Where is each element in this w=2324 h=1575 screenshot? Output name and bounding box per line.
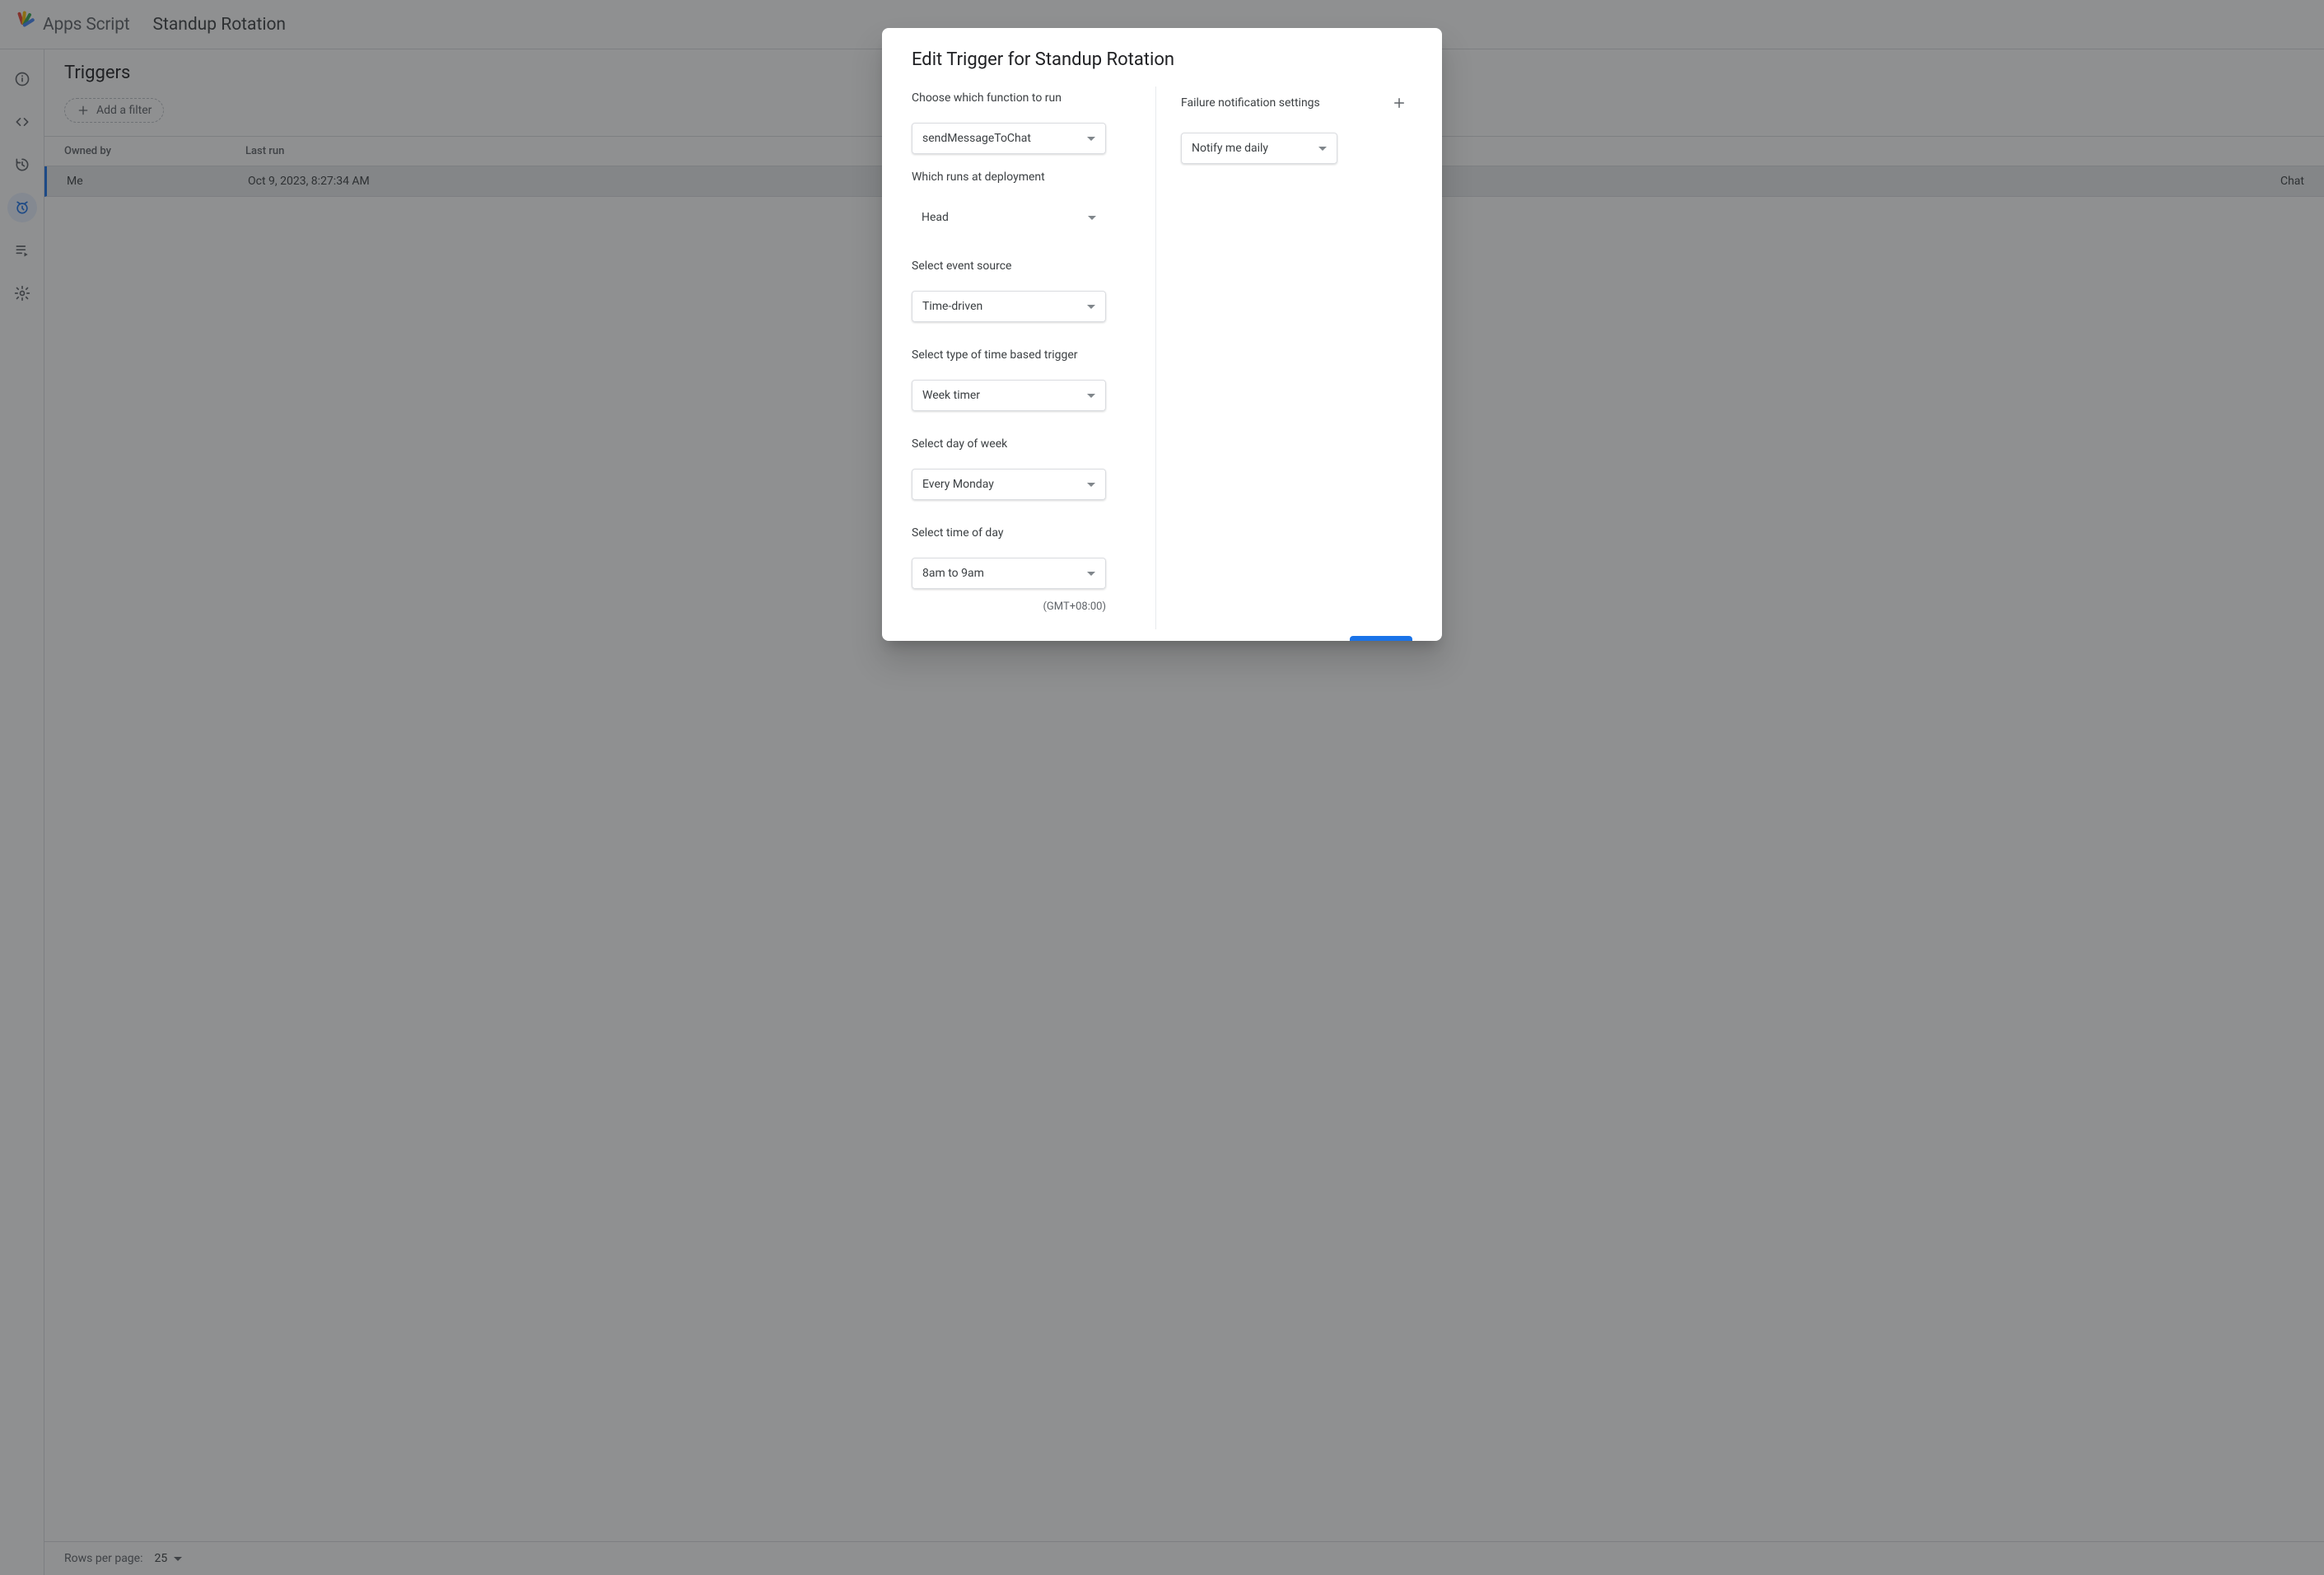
- dropdown-arrow-icon: [1088, 216, 1096, 220]
- select-trigger-type[interactable]: Week timer: [912, 380, 1106, 411]
- dropdown-arrow-icon: [1087, 572, 1095, 576]
- select-event-source[interactable]: Time-driven: [912, 291, 1106, 322]
- label-deployment: Which runs at deployment: [912, 171, 1126, 184]
- select-function-value: sendMessageToChat: [922, 132, 1031, 145]
- label-trigger-type: Select type of time based trigger: [912, 348, 1126, 362]
- select-time-of-day[interactable]: 8am to 9am: [912, 558, 1106, 589]
- edit-trigger-dialog: Edit Trigger for Standup Rotation Choose…: [882, 28, 1442, 641]
- select-deployment[interactable]: Head: [912, 202, 1106, 233]
- label-failure-notification: Failure notification settings: [1181, 96, 1320, 110]
- select-day-of-week-value: Every Monday: [922, 478, 994, 491]
- dialog-body[interactable]: Choose which function to run sendMessage…: [882, 86, 1434, 629]
- label-day-of-week: Select day of week: [912, 437, 1126, 451]
- save-button[interactable]: [1350, 636, 1412, 641]
- select-failure-notification-value: Notify me daily: [1192, 142, 1268, 155]
- label-function-to-run: Choose which function to run: [912, 91, 1126, 105]
- plus-icon: [1392, 96, 1407, 110]
- dropdown-arrow-icon: [1087, 305, 1095, 309]
- dropdown-arrow-icon: [1087, 483, 1095, 487]
- label-event-source: Select event source: [912, 259, 1126, 273]
- app-root: Apps Script Standup Rotation: [0, 0, 2324, 1575]
- add-notification-button[interactable]: [1388, 91, 1411, 115]
- dropdown-arrow-icon: [1318, 147, 1327, 151]
- timezone-hint: (GMT+08:00): [912, 601, 1106, 613]
- select-event-source-value: Time-driven: [922, 300, 982, 313]
- dropdown-arrow-icon: [1087, 394, 1095, 398]
- dialog-right-column: Failure notification settings Notify me …: [1155, 86, 1419, 629]
- select-function-to-run[interactable]: sendMessageToChat: [912, 123, 1106, 154]
- select-failure-notification[interactable]: Notify me daily: [1181, 133, 1337, 164]
- select-day-of-week[interactable]: Every Monday: [912, 469, 1106, 500]
- dialog-actions: [882, 629, 1442, 641]
- select-time-of-day-value: 8am to 9am: [922, 567, 984, 580]
- select-trigger-type-value: Week timer: [922, 389, 980, 402]
- select-deployment-value: Head: [922, 211, 949, 224]
- dialog-left-column: Choose which function to run sendMessage…: [912, 86, 1126, 629]
- dialog-title: Edit Trigger for Standup Rotation: [882, 28, 1442, 86]
- dropdown-arrow-icon: [1087, 137, 1095, 141]
- label-time-of-day: Select time of day: [912, 526, 1126, 540]
